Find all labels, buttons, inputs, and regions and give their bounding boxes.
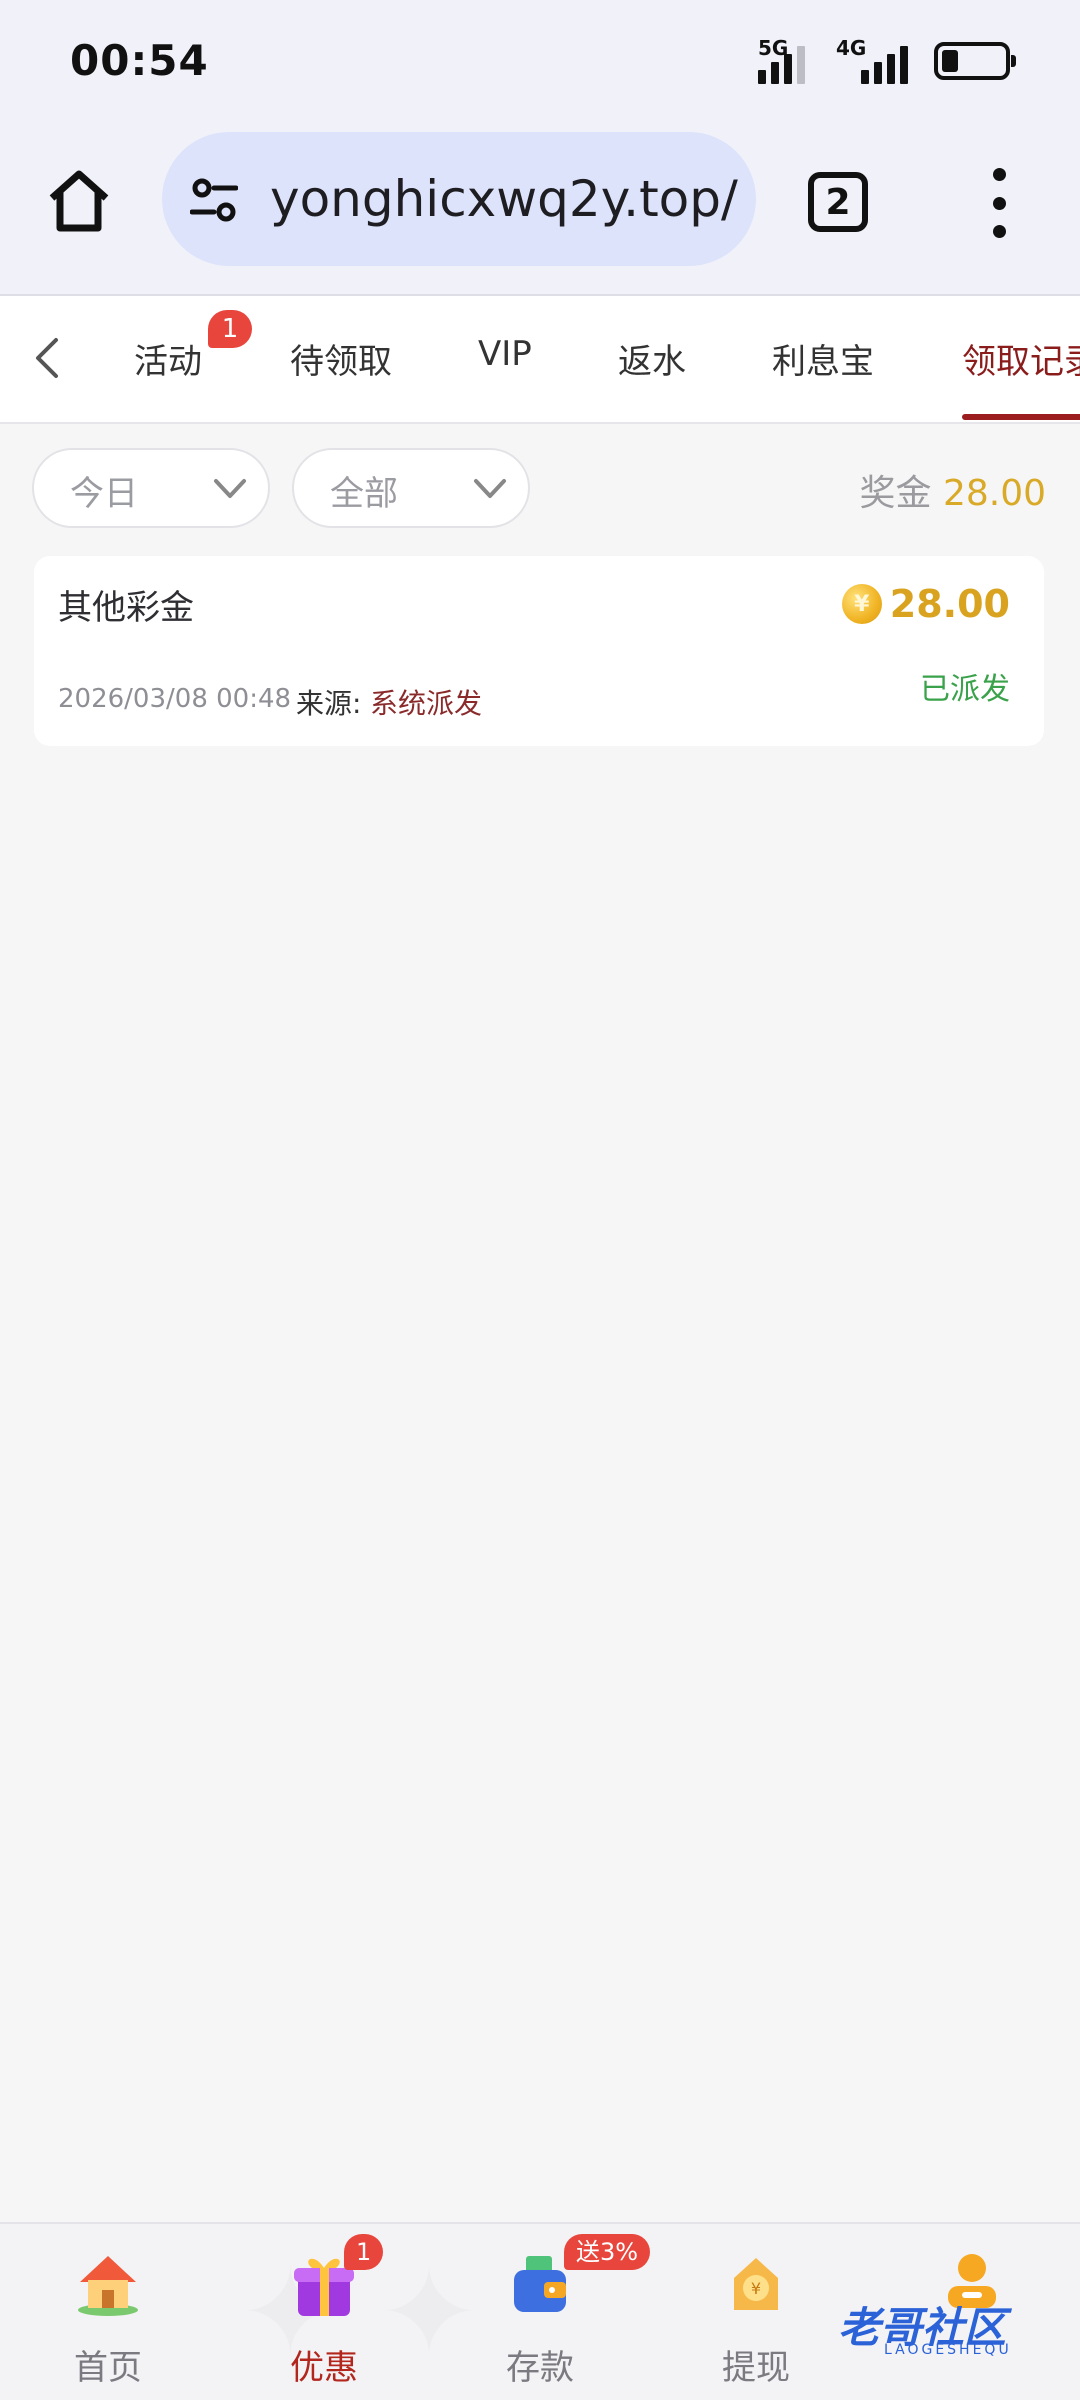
tab-pending[interactable]: 待领取 — [290, 334, 392, 383]
tab-label: 领取记录 — [962, 342, 1080, 382]
status-time: 00:54 — [70, 36, 209, 85]
more-menu-icon[interactable] — [984, 168, 1014, 238]
site-settings-icon[interactable] — [190, 176, 238, 224]
nav-label: 首页 — [74, 2348, 142, 2388]
signal-5g-icon: 5G — [758, 36, 816, 84]
signal-4g-icon: 4G — [834, 36, 908, 84]
tab-label: 利息宝 — [772, 342, 874, 382]
watermark-logo-sub: LAOGESHEQU — [884, 2342, 1012, 2358]
bonus-label: 奖金 — [859, 473, 932, 514]
bonus-amount: 28.00 — [942, 473, 1046, 514]
tab-label: VIP — [478, 334, 532, 374]
status-icons: 5G 4G — [758, 36, 1016, 84]
record-datetime: 2026/03/08 00:48 — [58, 684, 292, 714]
house-icon — [78, 2256, 138, 2316]
nav-promotions[interactable]: 优惠 — [244, 2248, 404, 2398]
deposit-promo-badge: 送3% — [564, 2234, 651, 2270]
tab-interest[interactable]: 利息宝 — [772, 334, 874, 383]
notification-badge: 1 — [344, 2234, 384, 2270]
bonus-total: 奖金 28.00 — [859, 464, 1046, 516]
date-filter-value: 今日 — [70, 474, 138, 514]
record-source: 系统派发 — [370, 687, 483, 720]
nav-label: 优惠 — [290, 2348, 358, 2388]
network-5g-label: 5G — [758, 36, 789, 60]
tab-label: 活动 — [134, 342, 202, 382]
nav-label: 存款 — [506, 2348, 574, 2388]
svg-text:¥: ¥ — [751, 2279, 761, 2298]
chevron-down-icon — [214, 479, 246, 498]
chevron-left-icon[interactable] — [28, 334, 68, 382]
status-bar: 00:54 5G 4G — [0, 0, 1080, 124]
type-filter-value: 全部 — [330, 474, 398, 514]
record-amount: ¥ 28.00 — [841, 582, 1010, 626]
home-icon[interactable] — [44, 166, 114, 236]
tab-claim-records[interactable]: 领取记录 — [962, 334, 1080, 383]
coin-icon: ¥ — [841, 584, 882, 624]
promo-tab-nav: 活动 1 待领取 VIP 返水 利息宝 领取记录 — [0, 296, 1080, 424]
battery-icon — [934, 42, 1016, 80]
bottom-nav: ✦ ✦ 首页 优惠 1 存款 送3% ¥ 提现 老哥社区 LAOGESHEQU — [0, 2222, 1080, 2400]
tab-switcher-button[interactable]: 2 — [808, 172, 868, 232]
tab-rebate[interactable]: 返水 — [618, 334, 686, 383]
nav-home[interactable]: 首页 — [28, 2248, 188, 2398]
active-tab-indicator — [962, 414, 1080, 420]
nav-deposit[interactable]: 存款 — [460, 2248, 620, 2398]
record-source-label: 来源: — [296, 687, 362, 720]
cash-icon: ¥ — [734, 2258, 778, 2310]
record-status: 已派发 — [920, 672, 1010, 707]
tab-label: 返水 — [618, 342, 686, 382]
address-bar[interactable]: yonghicxwq2y.top/l — [162, 132, 756, 266]
record-title: 其他彩金 — [58, 588, 194, 628]
record-amount-value: 28.00 — [889, 582, 1010, 626]
nav-withdraw[interactable]: ¥ 提现 — [676, 2248, 836, 2398]
browser-toolbar: yonghicxwq2y.top/l 2 — [0, 124, 1080, 296]
type-filter-dropdown[interactable]: 全部 — [292, 448, 530, 528]
tab-label: 待领取 — [290, 342, 392, 382]
network-4g-label: 4G — [836, 36, 867, 60]
url-text[interactable]: yonghicxwq2y.top/l — [270, 170, 740, 228]
chevron-down-icon — [474, 479, 506, 498]
record-card: 其他彩金 ¥ 28.00 2026/03/08 00:48 来源: 系统派发 已… — [34, 556, 1044, 746]
date-filter-dropdown[interactable]: 今日 — [32, 448, 270, 528]
tab-vip[interactable]: VIP — [478, 334, 532, 374]
notification-badge: 1 — [208, 310, 252, 348]
nav-label: 提现 — [722, 2348, 790, 2388]
tab-activities[interactable]: 活动 — [134, 334, 202, 383]
